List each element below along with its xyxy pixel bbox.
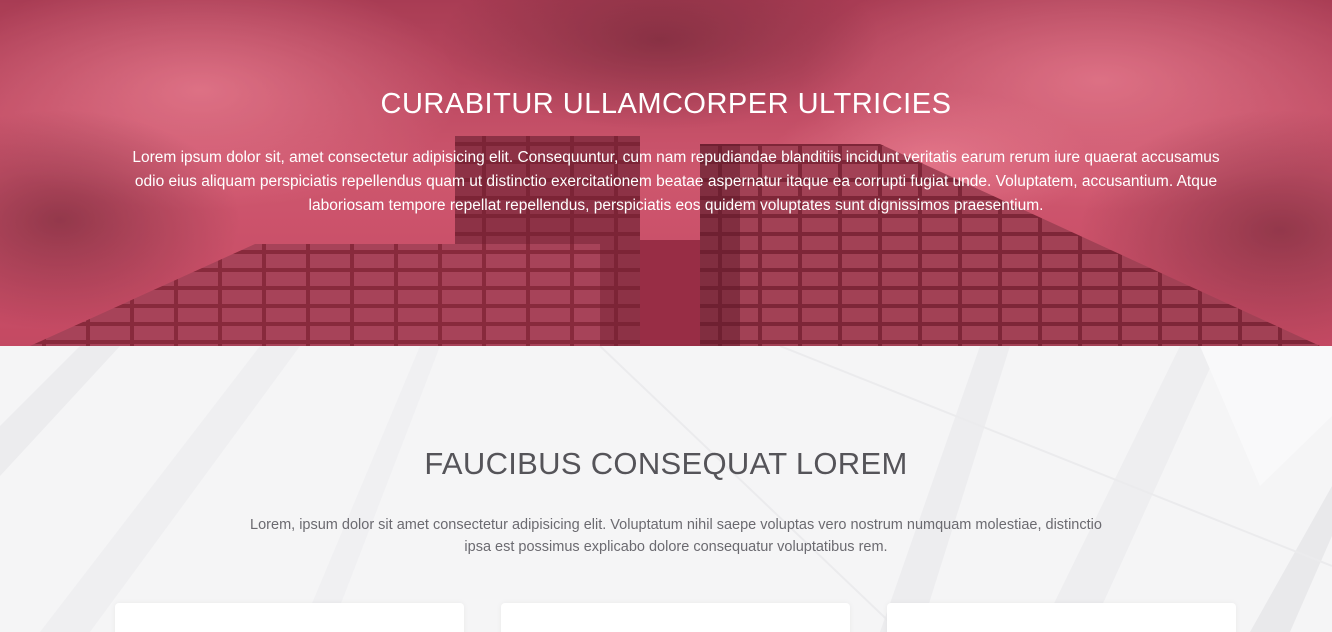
hero-section: CURABITUR ULLAMCORPER ULTRICIES Lorem ip…	[0, 0, 1332, 346]
hero-title: CURABITUR ULLAMCORPER ULTRICIES	[380, 88, 952, 120]
features-description: Lorem, ipsum dolor sit amet consectetur …	[250, 517, 1102, 555]
hero-description: Lorem ipsum dolor sit, amet consectetur …	[132, 149, 1220, 214]
features-title: FAUCIBUS CONSEQUAT LOREM	[424, 446, 908, 481]
features-section: FAUCIBUS CONSEQUAT LOREM Lorem, ipsum do…	[0, 346, 1332, 632]
feature-card[interactable]	[501, 603, 850, 632]
feature-card[interactable]	[115, 603, 464, 632]
feature-card[interactable]	[887, 603, 1236, 632]
features-background-image	[0, 346, 1332, 632]
